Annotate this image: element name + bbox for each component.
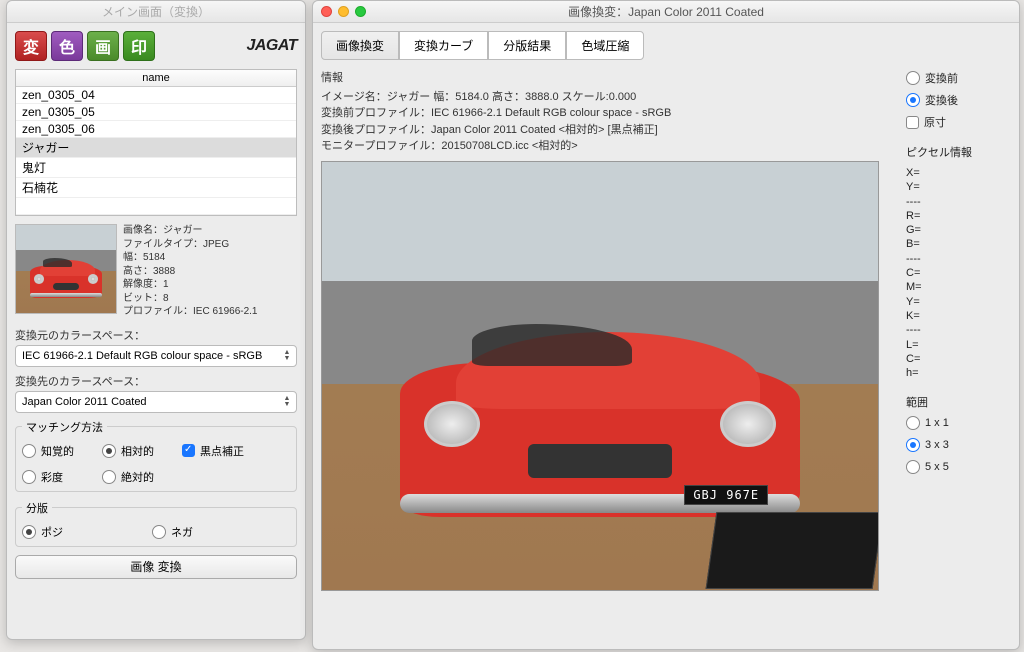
pixel-info-group: ピクセル情報 X= Y= ---- R= G= B= ---- C= M= Y=… — [906, 144, 1011, 380]
radio-range-5x5[interactable] — [906, 460, 920, 474]
radio-negative[interactable] — [152, 525, 166, 539]
tool-print-button[interactable]: 印 — [123, 31, 155, 61]
radio-positive[interactable] — [22, 525, 36, 539]
minimize-icon[interactable] — [338, 6, 349, 17]
image-info: 画像名：ジャガー ファイルタイプ：JPEG 幅：5184 高さ：3888 解像度… — [123, 224, 258, 319]
right-window-title: 画像換変：Japan Color 2011 Coated — [568, 3, 764, 20]
right-window-titlebar: 画像換変：Japan Color 2011 Coated — [313, 1, 1019, 23]
range-heading: 範囲 — [906, 394, 1011, 410]
radio-range-3x3[interactable] — [906, 438, 920, 452]
license-plate: GBJ 967E — [684, 485, 768, 505]
source-colorspace-label: 変換元のカラースペース： — [15, 327, 297, 343]
radio-absolute[interactable] — [102, 470, 116, 484]
radio-range-1x1[interactable] — [906, 416, 920, 430]
matching-legend: マッチング方法 — [22, 419, 107, 435]
separation-legend: 分版 — [22, 500, 52, 516]
tab-separation-result[interactable]: 分版結果 — [488, 31, 566, 60]
close-icon[interactable] — [321, 6, 332, 17]
list-item[interactable] — [16, 198, 296, 215]
dest-colorspace-select[interactable]: Japan Color 2011 Coated ▲▼ — [15, 391, 297, 413]
tab-convert-curve[interactable]: 変換カーブ — [399, 31, 488, 60]
radio-before[interactable] — [906, 71, 920, 85]
jagat-logo: JAGAT — [246, 37, 297, 55]
checkbox-blackpoint[interactable] — [182, 444, 195, 457]
tab-gamut-compression[interactable]: 色域圧縮 — [566, 31, 644, 60]
thumbnail-preview — [15, 224, 117, 314]
dest-colorspace-label: 変換先のカラースペース： — [15, 373, 297, 389]
left-window-title: メイン画面（変換） — [102, 3, 210, 20]
image-list[interactable]: name zen_0305_04 zen_0305_05 zen_0305_06… — [15, 69, 297, 216]
list-item[interactable]: zen_0305_05 — [16, 104, 296, 121]
tab-image-convert[interactable]: 画像換変 — [321, 31, 399, 60]
radio-relative[interactable] — [102, 444, 116, 458]
source-colorspace-select[interactable]: IEC 61966-2.1 Default RGB colour space -… — [15, 345, 297, 367]
list-item[interactable]: zen_0305_06 — [16, 121, 296, 138]
tool-image-button[interactable]: 画 — [87, 31, 119, 61]
pixel-info-heading: ピクセル情報 — [906, 144, 1011, 160]
radio-saturation[interactable] — [22, 470, 36, 484]
checkbox-actual-size[interactable] — [906, 116, 919, 129]
tool-convert-button[interactable]: 変 — [15, 31, 47, 61]
separation-group: 分版 ポジ ネガ — [15, 500, 297, 547]
list-header-name: name — [16, 70, 296, 87]
matching-method-group: マッチング方法 知覚的 相対的 黒点補正 彩度 絶対的 — [15, 419, 297, 492]
conversion-info: 情報 イメージ名：ジャガー 幅：5184.0 高さ：3888.0 スケール:0.… — [321, 70, 896, 155]
convert-button[interactable]: 画像 変換 — [15, 555, 297, 579]
radio-after[interactable] — [906, 93, 920, 107]
image-preview[interactable]: GBJ 967E — [321, 161, 879, 591]
updown-icon: ▲▼ — [280, 347, 294, 365]
list-item[interactable]: 石楠花 — [16, 178, 296, 198]
updown-icon: ▲▼ — [280, 393, 294, 411]
left-window-titlebar: メイン画面（変換） — [7, 1, 305, 23]
tool-color-button[interactable]: 色 — [51, 31, 83, 61]
zoom-icon[interactable] — [355, 6, 366, 17]
view-mode-group: 変換前 変換後 原寸 — [906, 70, 1011, 130]
list-item[interactable]: zen_0305_04 — [16, 87, 296, 104]
range-group: 範囲 1 x 1 3 x 3 5 x 5 — [906, 394, 1011, 474]
tab-bar: 画像換変 変換カーブ 分版結果 色域圧縮 — [321, 31, 1011, 60]
radio-perceptual[interactable] — [22, 444, 36, 458]
list-item[interactable]: 鬼灯 — [16, 158, 296, 178]
list-item[interactable]: ジャガー — [16, 138, 296, 158]
